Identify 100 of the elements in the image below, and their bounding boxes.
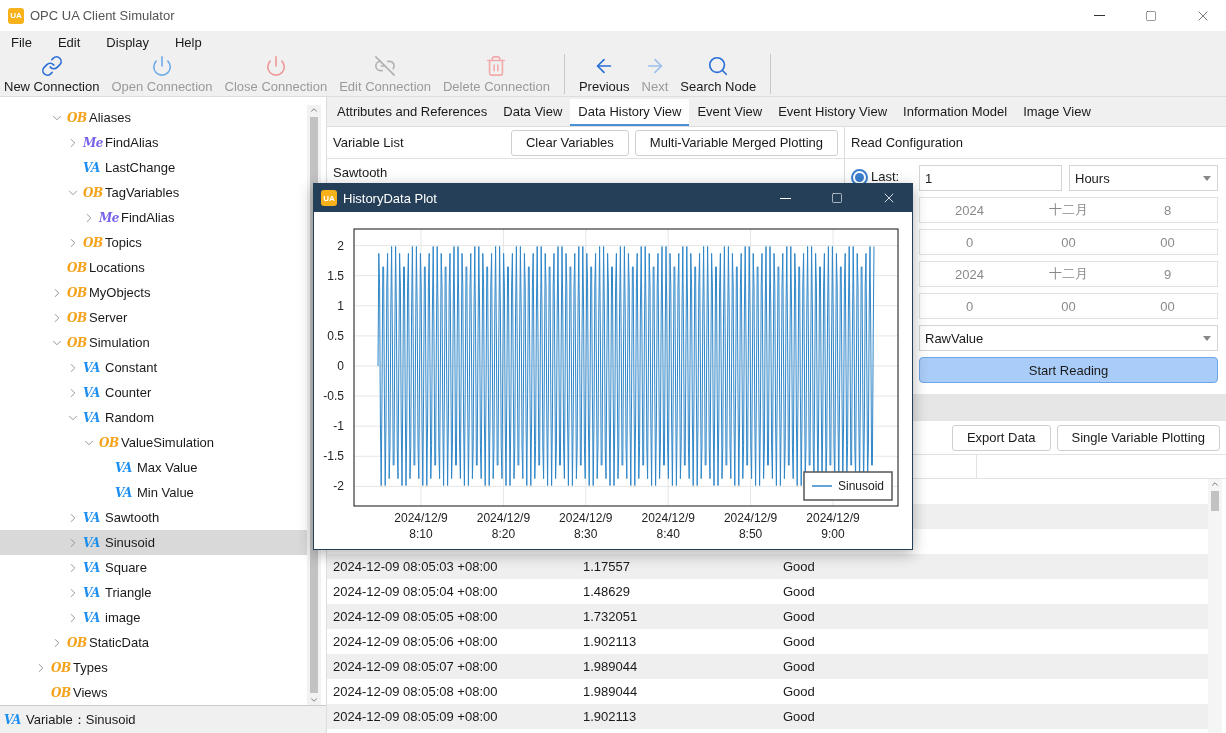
table-row[interactable]: 2024-12-09 08:05:09 +08:00 1.902113 Good — [327, 704, 1208, 729]
action-button[interactable]: Multi-Variable Merged Plotting — [634, 129, 838, 156]
unit-dropdown[interactable]: Hours — [1069, 165, 1218, 191]
scroll-down-icon[interactable] — [309, 695, 319, 705]
tree-item[interactable]: OB Views — [0, 680, 307, 705]
minimize-icon — [1093, 15, 1105, 16]
table-row[interactable]: 2024-12-09 08:05:05 +08:00 1.732051 Good — [327, 604, 1208, 629]
tree-item[interactable]: VA Min Value — [0, 480, 307, 505]
tab[interactable]: Data View — [495, 99, 571, 126]
tree-item[interactable]: OB TagVariables — [0, 180, 307, 205]
menu-item[interactable]: Help — [168, 34, 209, 50]
toolbar-button[interactable]: Search Node — [680, 55, 757, 94]
tree-item[interactable]: OB Aliases — [0, 105, 307, 130]
table-cell-text: Good — [782, 559, 816, 574]
toolbar-button[interactable]: New Connection — [4, 55, 100, 94]
scroll-thumb[interactable] — [1211, 491, 1219, 511]
axis-tick-label: 2024/12/9 8:30 — [559, 511, 613, 541]
chart-legend: Sinusoid — [803, 471, 893, 501]
tree-item[interactable]: Me FindAlias — [0, 130, 307, 155]
tab[interactable]: Event View — [689, 99, 771, 126]
power-icon — [151, 55, 173, 77]
table-cell-text: 1.17557 — [582, 559, 631, 574]
tree-item[interactable]: VA Random — [0, 405, 307, 430]
scroll-up-icon[interactable] — [309, 105, 319, 115]
tree-item[interactable]: VA Constant — [0, 355, 307, 380]
tab[interactable]: Data History View — [570, 99, 690, 126]
tree-item[interactable]: VA LastChange — [0, 155, 307, 180]
node-type-icon: Me — [99, 210, 117, 225]
menu-item[interactable]: Edit — [50, 34, 88, 50]
table-cell-text: 1.732051 — [582, 609, 639, 624]
trash-icon — [485, 55, 508, 77]
scroll-up-icon[interactable] — [1210, 479, 1220, 489]
table-cell-text: 2024-12-09 08:05:06 +08:00 — [332, 634, 499, 649]
tree-item[interactable]: OB Locations — [0, 255, 307, 280]
table-cell-text: 1.902113 — [582, 634, 638, 649]
tree-item[interactable]: VA Sawtooth — [0, 505, 307, 530]
node-type-icon: VA — [83, 560, 101, 575]
tree-item[interactable]: VA Max Value — [0, 455, 307, 480]
node-type-icon: OB — [67, 310, 85, 325]
tree-item[interactable]: VA image — [0, 605, 307, 630]
tree-item[interactable]: VA Triangle — [0, 580, 307, 605]
node-type-icon: OB — [51, 660, 69, 675]
action-button[interactable]: Clear Variables — [510, 129, 629, 156]
action-button[interactable]: Export Data — [951, 424, 1051, 451]
tree-item[interactable]: Me FindAlias — [0, 205, 307, 230]
axis-tick-label: -1 — [333, 419, 344, 434]
tab[interactable]: Image View — [1015, 99, 1099, 126]
window-title: OPC UA Client Simulator — [30, 8, 176, 23]
axis-tick-label: -2 — [333, 479, 344, 494]
tab[interactable]: Information Model — [895, 99, 1016, 126]
maximize-icon — [831, 192, 843, 204]
table-cell-text: 1.989044 — [582, 659, 639, 674]
tree-item[interactable]: OB Simulation — [0, 330, 307, 355]
tree-item[interactable]: VA Square — [0, 555, 307, 580]
axis-tick-label: 2024/12/9 8:50 — [723, 511, 778, 541]
tree-item[interactable]: OB StaticData — [0, 630, 307, 655]
minimize-icon — [779, 197, 791, 199]
start-reading-button[interactable]: Start Reading — [919, 357, 1218, 383]
tree-item[interactable]: OB Types — [0, 655, 307, 680]
node-type-icon: VA — [83, 510, 101, 525]
node-type-icon: VA — [83, 360, 101, 375]
section-title: Read Configuration — [851, 135, 965, 150]
node-type-icon: OB — [67, 335, 85, 350]
menu-item[interactable]: File — [4, 34, 39, 50]
tree-item[interactable]: OB Topics — [0, 230, 307, 255]
toolbar-button[interactable]: Previous — [578, 55, 630, 94]
tree-item[interactable]: OB Server — [0, 305, 307, 330]
broken-link-icon — [374, 55, 397, 77]
menu-item[interactable]: Display — [99, 34, 156, 50]
tab[interactable]: Attributes and References — [329, 99, 496, 126]
table-cell-text: Good — [782, 709, 816, 724]
aggregate-dropdown[interactable]: RawValue — [919, 325, 1218, 351]
table-cell-text: 2024-12-09 08:05:08 +08:00 — [332, 684, 499, 699]
action-button[interactable]: Single Variable Plotting — [1056, 424, 1220, 451]
table-cell-text: 2024-12-09 08:05:07 +08:00 — [332, 659, 499, 674]
maximize-icon — [1145, 9, 1157, 22]
table-cell-text: 1.48629 — [582, 584, 631, 599]
scrollbar[interactable] — [1208, 479, 1222, 733]
tree-item[interactable]: OB ValueSimulation — [0, 430, 307, 455]
node-type-icon: OB — [99, 435, 117, 450]
tree-item[interactable]: VA Counter — [0, 380, 307, 405]
table-cell-text: Good — [782, 634, 816, 649]
node-type-icon: VA — [83, 610, 101, 625]
table-row[interactable]: 2024-12-09 08:05:03 +08:00 1.17557 Good — [327, 554, 1208, 579]
tree-item[interactable]: VA Sinusoid — [0, 530, 307, 555]
status-text: Variable：Sinusoid — [26, 710, 136, 729]
node-type-icon: OB — [83, 185, 101, 200]
tree-item[interactable]: OB MyObjects — [0, 280, 307, 305]
table-cell-text: 1.989044 — [582, 684, 639, 699]
radio-label: Last: — [871, 169, 900, 184]
input-field[interactable]: 1 — [919, 165, 1062, 191]
tab[interactable]: Event History View — [770, 99, 896, 126]
node-type-icon: VA — [115, 460, 133, 475]
variable-list-item[interactable]: Sawtooth — [327, 159, 844, 185]
axis-tick-label: 2024/12/9 9:00 — [806, 511, 860, 541]
table-row[interactable]: 2024-12-09 08:05:07 +08:00 1.989044 Good — [327, 654, 1208, 679]
table-cell-text: Good — [782, 609, 816, 624]
window-title: HistoryData Plot — [343, 190, 438, 206]
app-icon: UA — [321, 190, 337, 206]
table-cell-text: Good — [782, 659, 816, 674]
